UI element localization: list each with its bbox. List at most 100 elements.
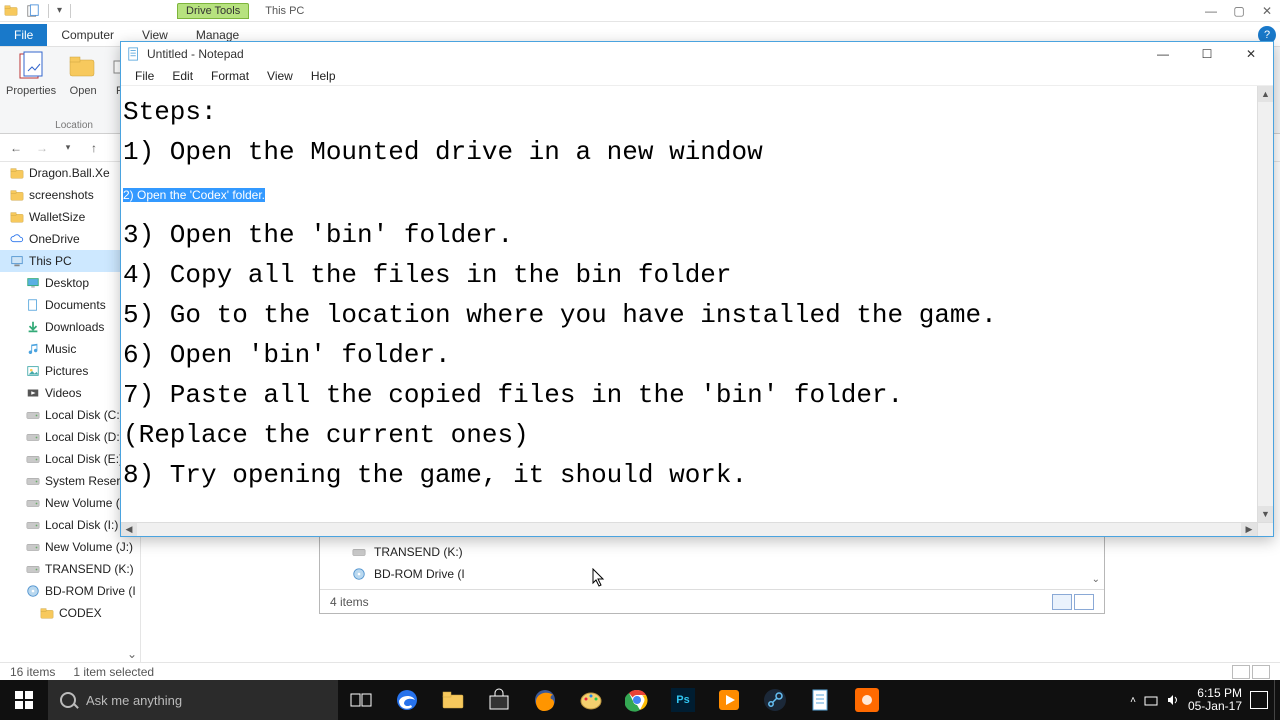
- scroll-down-button[interactable]: ▼: [1258, 506, 1273, 522]
- taskbar-app-paint[interactable]: [568, 680, 614, 720]
- cortana-icon: [60, 692, 76, 708]
- tree-item[interactable]: Local Disk (I:): [0, 514, 140, 536]
- play-icon: [717, 688, 741, 712]
- tray-overflow-icon[interactable]: ˄: [1130, 695, 1136, 706]
- tree-item[interactable]: Dragon.Ball.Xe: [0, 162, 140, 184]
- icons-view-button[interactable]: [1074, 594, 1094, 610]
- tree-item-label: Local Disk (I:): [45, 518, 118, 532]
- tree-item[interactable]: Music: [0, 338, 140, 360]
- volume-icon[interactable]: [1166, 693, 1180, 707]
- back-button[interactable]: ←: [6, 138, 26, 158]
- tree-item-label: BD-ROM Drive (I: [45, 584, 136, 598]
- taskbar-app-recorder[interactable]: [844, 680, 890, 720]
- item-count: 4 items: [330, 595, 369, 609]
- notepad-title-bar[interactable]: Untitled - Notepad — ☐ ✕: [121, 42, 1273, 66]
- tree-item[interactable]: New Volume (J:): [0, 536, 140, 558]
- notepad-title: Untitled - Notepad: [147, 47, 244, 61]
- ribbon-open-button[interactable]: Open: [60, 51, 106, 119]
- tab-computer[interactable]: Computer: [47, 24, 128, 46]
- menu-edit[interactable]: Edit: [164, 67, 201, 85]
- tree-item-label: System Reserv: [45, 474, 126, 488]
- list-item[interactable]: TRANSEND (K:): [324, 541, 1100, 563]
- menu-view[interactable]: View: [259, 67, 301, 85]
- network-icon[interactable]: [1144, 693, 1158, 707]
- tree-item[interactable]: Desktop: [0, 272, 140, 294]
- maximize-button[interactable]: ☐: [1185, 42, 1229, 66]
- taskbar-app-steam[interactable]: [752, 680, 798, 720]
- chevron-down-icon[interactable]: ⌄: [1092, 574, 1100, 585]
- tree-item[interactable]: Local Disk (C:): [0, 404, 140, 426]
- tab-file[interactable]: File: [0, 24, 47, 46]
- qat-dropdown-icon[interactable]: ▾: [57, 5, 62, 16]
- tree-item[interactable]: OneDrive: [0, 228, 140, 250]
- notepad-window[interactable]: Untitled - Notepad — ☐ ✕ FileEditFormatV…: [120, 41, 1274, 537]
- taskbar-app-notepad[interactable]: [798, 680, 844, 720]
- inner-explorer-window[interactable]: TRANSEND (K:) BD-ROM Drive (I ⌄ 4 items: [319, 536, 1105, 614]
- tree-item[interactable]: BD-ROM Drive (I: [0, 580, 140, 602]
- forward-button[interactable]: →: [32, 138, 52, 158]
- tree-item[interactable]: CODEX: [0, 602, 140, 624]
- tree-item[interactable]: Documents: [0, 294, 140, 316]
- tree-item[interactable]: WalletSize: [0, 206, 140, 228]
- menu-file[interactable]: File: [127, 67, 162, 85]
- notepad-icon: [127, 47, 141, 61]
- ribbon-properties-button[interactable]: Properties: [6, 51, 56, 119]
- start-button[interactable]: [0, 680, 48, 720]
- close-button[interactable]: ✕: [1260, 4, 1274, 18]
- horizontal-scrollbar[interactable]: ◀ ▶: [121, 522, 1257, 536]
- scroll-right-button[interactable]: ▶: [1241, 523, 1257, 536]
- tree-item[interactable]: Pictures: [0, 360, 140, 382]
- contextual-tab-drive-tools[interactable]: Drive Tools: [177, 3, 249, 19]
- taskbar-app-explorer[interactable]: [430, 680, 476, 720]
- taskbar-app-store[interactable]: [476, 680, 522, 720]
- action-center-icon[interactable]: [1250, 691, 1268, 709]
- clock[interactable]: 6:15 PM 05-Jan-17: [1188, 687, 1242, 713]
- search-box[interactable]: Ask me anything: [48, 680, 338, 720]
- tree-item-label: New Volume (J:): [45, 540, 133, 554]
- chevron-down-icon[interactable]: ⌄: [124, 646, 140, 662]
- scroll-left-button[interactable]: ◀: [121, 523, 137, 536]
- minimize-button[interactable]: —: [1204, 4, 1218, 18]
- recent-dropdown-icon[interactable]: ▾: [58, 138, 78, 158]
- tree-item[interactable]: TRANSEND (K:): [0, 558, 140, 580]
- tree-item[interactable]: screenshots: [0, 184, 140, 206]
- taskbar-app-edge[interactable]: [384, 680, 430, 720]
- menu-help[interactable]: Help: [303, 67, 344, 85]
- system-tray[interactable]: ˄ 6:15 PM 05-Jan-17: [1130, 687, 1274, 713]
- show-desktop-button[interactable]: [1274, 680, 1280, 720]
- task-view-button[interactable]: [338, 680, 384, 720]
- taskbar-app-photoshop[interactable]: Ps: [660, 680, 706, 720]
- details-view-button[interactable]: [1052, 594, 1072, 610]
- tree-item-label: Local Disk (D:): [45, 430, 124, 444]
- store-icon: [487, 688, 511, 712]
- properties-icon: [15, 51, 47, 83]
- notepad-text-area[interactable]: Steps: 1) Open the Mounted drive in a ne…: [121, 86, 1273, 536]
- taskbar-app-mediaplayer[interactable]: [706, 680, 752, 720]
- close-button[interactable]: ✕: [1229, 42, 1273, 66]
- tree-item-label: Dragon.Ball.Xe: [29, 166, 110, 180]
- taskbar[interactable]: Ask me anything Ps ˄ 6:15 PM 05-Jan-17: [0, 680, 1280, 720]
- up-button[interactable]: ↑: [84, 138, 104, 158]
- tree-item[interactable]: Local Disk (D:): [0, 426, 140, 448]
- tree-item-label: TRANSEND (K:): [45, 562, 134, 576]
- tree-item[interactable]: Local Disk (E:): [0, 448, 140, 470]
- tree-item[interactable]: This PC: [0, 250, 140, 272]
- maximize-button[interactable]: ▢: [1232, 4, 1246, 18]
- scroll-up-button[interactable]: ▲: [1258, 86, 1273, 102]
- tree-item[interactable]: System Reserv: [0, 470, 140, 492]
- recorder-icon: [855, 688, 879, 712]
- menu-format[interactable]: Format: [203, 67, 257, 85]
- vertical-scrollbar[interactable]: ▲ ▼: [1257, 86, 1273, 522]
- icons-view-button[interactable]: [1252, 665, 1270, 679]
- taskbar-app-chrome[interactable]: [614, 680, 660, 720]
- properties-icon[interactable]: [26, 4, 40, 18]
- minimize-button[interactable]: —: [1141, 42, 1185, 66]
- tree-item[interactable]: New Volume (: [0, 492, 140, 514]
- tree-item[interactable]: Downloads: [0, 316, 140, 338]
- tree-item-label: screenshots: [29, 188, 94, 202]
- tree-item[interactable]: Videos: [0, 382, 140, 404]
- taskbar-app-firefox[interactable]: [522, 680, 568, 720]
- details-view-button[interactable]: [1232, 665, 1250, 679]
- item-count: 16 items: [10, 665, 55, 679]
- list-item[interactable]: BD-ROM Drive (I: [324, 563, 1100, 585]
